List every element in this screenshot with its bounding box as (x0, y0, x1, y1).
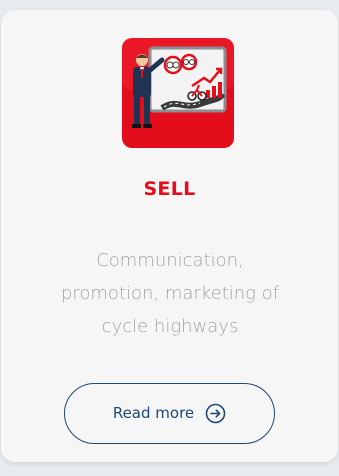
card-title: SELL (143, 178, 196, 200)
description-line: promotion, marketing of (60, 283, 280, 304)
read-more-button[interactable]: Read more (64, 383, 275, 444)
page: SELL Communication, promotion, marketing… (0, 0, 339, 476)
card-description: Communication, promotion, marketing of c… (30, 244, 310, 343)
arrow-right-circle-icon (205, 403, 226, 424)
presenter-board-icon (122, 38, 234, 148)
read-more-label: Read more (112, 403, 195, 422)
description-line: cycle highways (101, 316, 239, 337)
description-line: Communication, (96, 250, 244, 271)
